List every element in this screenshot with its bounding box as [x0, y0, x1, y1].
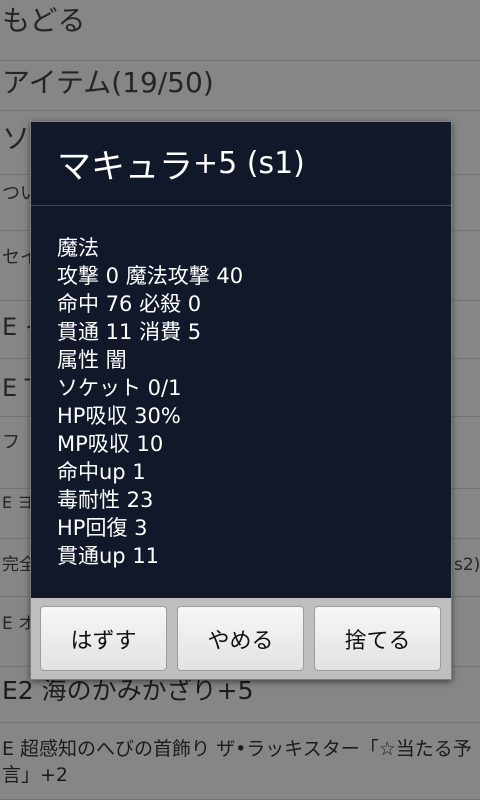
stat-line: 魔法 — [57, 236, 99, 260]
item-detail-dialog: マキュラ +5 (s1) 魔法 攻撃 0 魔法攻撃 40 命中 76 必殺 0 … — [30, 121, 452, 680]
item-name: マキュラ — [57, 147, 193, 187]
stat-line: HP吸収 30% — [57, 404, 181, 428]
dialog-button-bar: はずす やめる 捨てる — [31, 598, 451, 679]
stat-line: 属性 闇 — [57, 348, 127, 372]
discard-button[interactable]: 捨てる — [314, 606, 441, 671]
item-stats: 魔法 攻撃 0 魔法攻撃 40 命中 76 必殺 0 貫通 11 消費 5 属性… — [57, 234, 437, 570]
stat-line: ソケット 0/1 — [57, 376, 182, 400]
stat-line: HP回復 3 — [57, 516, 148, 540]
stat-line: 攻撃 0 魔法攻撃 40 — [57, 264, 244, 288]
stat-line: 命中 76 必殺 0 — [57, 292, 202, 316]
stat-line: 貫通up 11 — [57, 544, 160, 568]
unequip-button[interactable]: はずす — [40, 606, 167, 671]
item-enhance-suffix: +5 (s1) — [193, 146, 305, 181]
stat-line: 貫通 11 消費 5 — [57, 320, 202, 344]
dialog-title: マキュラ +5 (s1) — [31, 122, 451, 206]
cancel-button[interactable]: やめる — [177, 606, 304, 671]
stat-line: 命中up 1 — [57, 460, 146, 484]
stat-line: MP吸収 10 — [57, 432, 164, 456]
stat-line: 毒耐性 23 — [57, 488, 154, 512]
